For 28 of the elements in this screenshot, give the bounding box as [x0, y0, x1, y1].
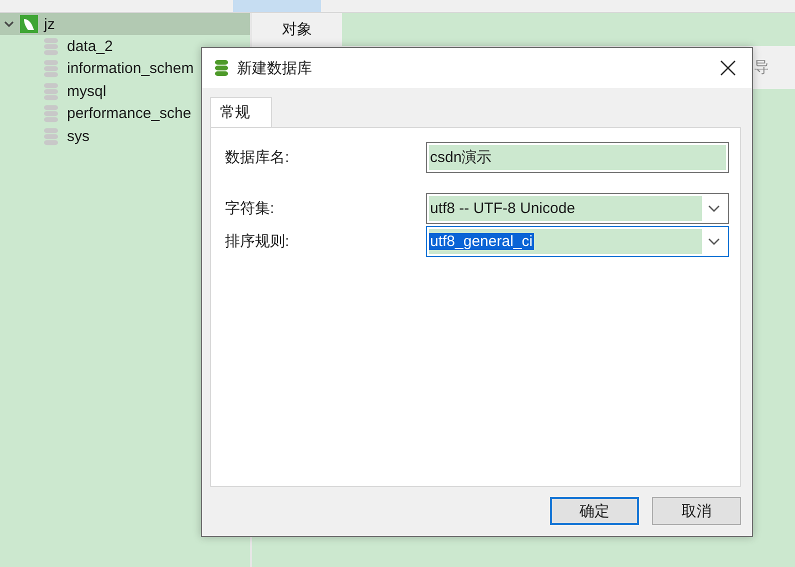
- dropdown-chevron-icon[interactable]: [708, 238, 720, 246]
- dialog-title: 新建数据库: [237, 58, 313, 78]
- dropdown[interactable]: utf8 -- UTF-8 Unicode: [426, 193, 729, 224]
- close-button[interactable]: [718, 58, 738, 78]
- database-name[interactable]: information_schem: [67, 60, 194, 78]
- database-name[interactable]: mysql: [67, 82, 106, 100]
- connection-name[interactable]: jz: [44, 16, 55, 32]
- database-icon: [43, 36, 59, 56]
- database-icon: [43, 126, 59, 146]
- dropdown-chevron-icon[interactable]: [708, 204, 720, 212]
- database-icon: [214, 59, 229, 77]
- expand-caret-icon[interactable]: [4, 19, 14, 29]
- connection-icon: [20, 15, 38, 33]
- ok-button[interactable]: 确定: [550, 497, 639, 525]
- field-label: 数据库名:: [225, 148, 290, 167]
- database-name[interactable]: performance_sche: [67, 105, 192, 122]
- database-name[interactable]: sys: [67, 128, 90, 145]
- database-icon: [43, 59, 59, 78]
- dropdown[interactable]: utf8_general_ci: [426, 226, 729, 257]
- input-field[interactable]: csdn演示: [426, 142, 729, 173]
- objects-tab[interactable]: 对象: [252, 13, 342, 46]
- database-name[interactable]: data_2: [67, 38, 113, 55]
- database-icon: [43, 104, 59, 124]
- general-tab[interactable]: 常规: [210, 97, 272, 127]
- cancel-button[interactable]: 取消: [652, 497, 741, 525]
- database-icon: [43, 82, 59, 101]
- field-label: 字符集:: [225, 199, 276, 218]
- field-label: 排序规则:: [225, 232, 290, 251]
